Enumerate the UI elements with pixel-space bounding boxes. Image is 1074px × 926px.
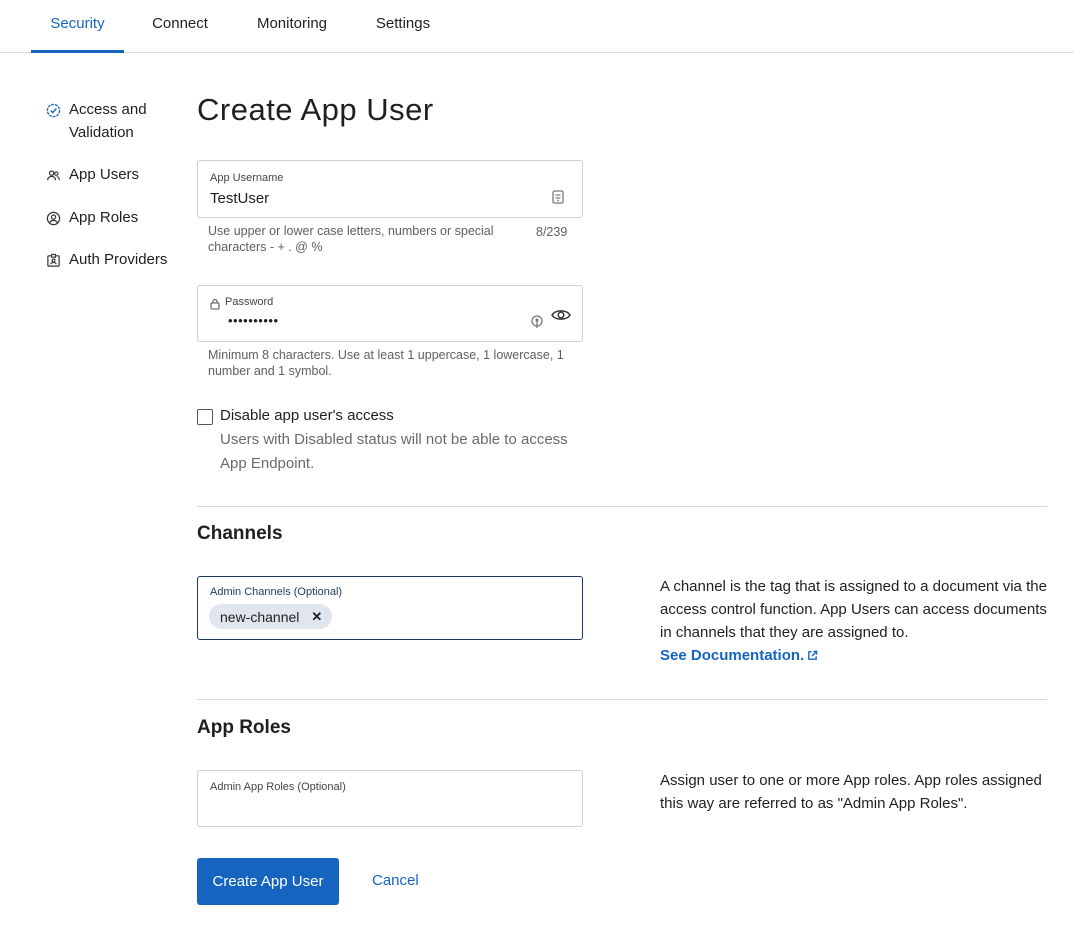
channels-description: A channel is the tag that is assigned to… (660, 575, 1050, 667)
sidebar-item-label: Auth Providers (69, 251, 168, 268)
sidebar-item-label: App Roles (69, 209, 139, 226)
eye-icon[interactable] (551, 308, 571, 327)
lock-icon (210, 297, 220, 315)
sidebar-item-app-users[interactable]: App Users (44, 163, 169, 186)
app-username-input[interactable] (210, 188, 530, 208)
channel-chip: new-channel ✕ (209, 604, 333, 629)
app-username-counter: 8/239 (536, 225, 568, 239)
check-badge-icon (44, 101, 62, 119)
password-input[interactable]: •••••••••• (228, 313, 279, 328)
admin-app-roles-field[interactable]: Admin App Roles (Optional) (197, 770, 583, 827)
disable-access-label[interactable]: Disable app user's access (220, 407, 394, 424)
password-field[interactable]: Password •••••••••• (197, 285, 583, 342)
top-tab-bar: Security Connect Monitoring Settings (0, 0, 1074, 53)
sidebar-item-access-validation[interactable]: Access and Validation (44, 98, 169, 144)
tab-settings[interactable]: Settings (364, 0, 442, 53)
chip-remove-icon[interactable]: ✕ (311, 609, 322, 625)
sidebar-item-label: App Users (69, 166, 140, 183)
admin-channels-label: Admin Channels (Optional) (210, 586, 343, 598)
doc-link-label: See Documentation. (660, 647, 805, 664)
channels-section-title: Channels (197, 523, 283, 544)
tab-connect[interactable]: Connect (140, 0, 220, 53)
sidebar-item-app-roles[interactable]: App Roles (44, 206, 169, 229)
admin-app-roles-label: Admin App Roles (Optional) (210, 781, 346, 793)
disable-access-description: Users with Disabled status will not be a… (220, 431, 568, 472)
user-circle-icon (44, 209, 62, 227)
sidebar-item-label: Access and Validation (69, 101, 147, 141)
create-app-user-button[interactable]: Create App User (197, 858, 339, 905)
section-divider (197, 506, 1047, 507)
channels-description-text: A channel is the tag that is assigned to… (660, 578, 1047, 641)
password-label: Password (225, 296, 274, 308)
users-icon (44, 166, 62, 184)
app-username-helper: Use upper or lower case letters, numbers… (208, 224, 494, 254)
app-username-label: App Username (210, 172, 284, 184)
page-title: Create App User (197, 92, 434, 127)
app-username-field[interactable]: App Username (197, 160, 583, 218)
tab-monitoring[interactable]: Monitoring (244, 0, 340, 53)
key-icon[interactable] (530, 314, 544, 335)
channel-chip-label: new-channel (220, 608, 300, 625)
disable-access-checkbox[interactable] (197, 409, 213, 425)
cancel-button[interactable]: Cancel (372, 872, 419, 889)
app-roles-description: Assign user to one or more App roles. Ap… (660, 772, 1042, 812)
tab-security[interactable]: Security (31, 0, 124, 53)
contact-card-icon[interactable] (552, 190, 564, 209)
password-helper: Minimum 8 characters. Use at least 1 upp… (208, 348, 564, 378)
app-roles-section-title: App Roles (197, 717, 291, 738)
external-link-icon (807, 650, 818, 661)
sidebar-item-auth-providers[interactable]: Auth Providers (44, 248, 169, 271)
section-divider (197, 699, 1047, 700)
id-badge-icon (44, 251, 62, 269)
see-documentation-link[interactable]: See Documentation. (660, 644, 818, 667)
